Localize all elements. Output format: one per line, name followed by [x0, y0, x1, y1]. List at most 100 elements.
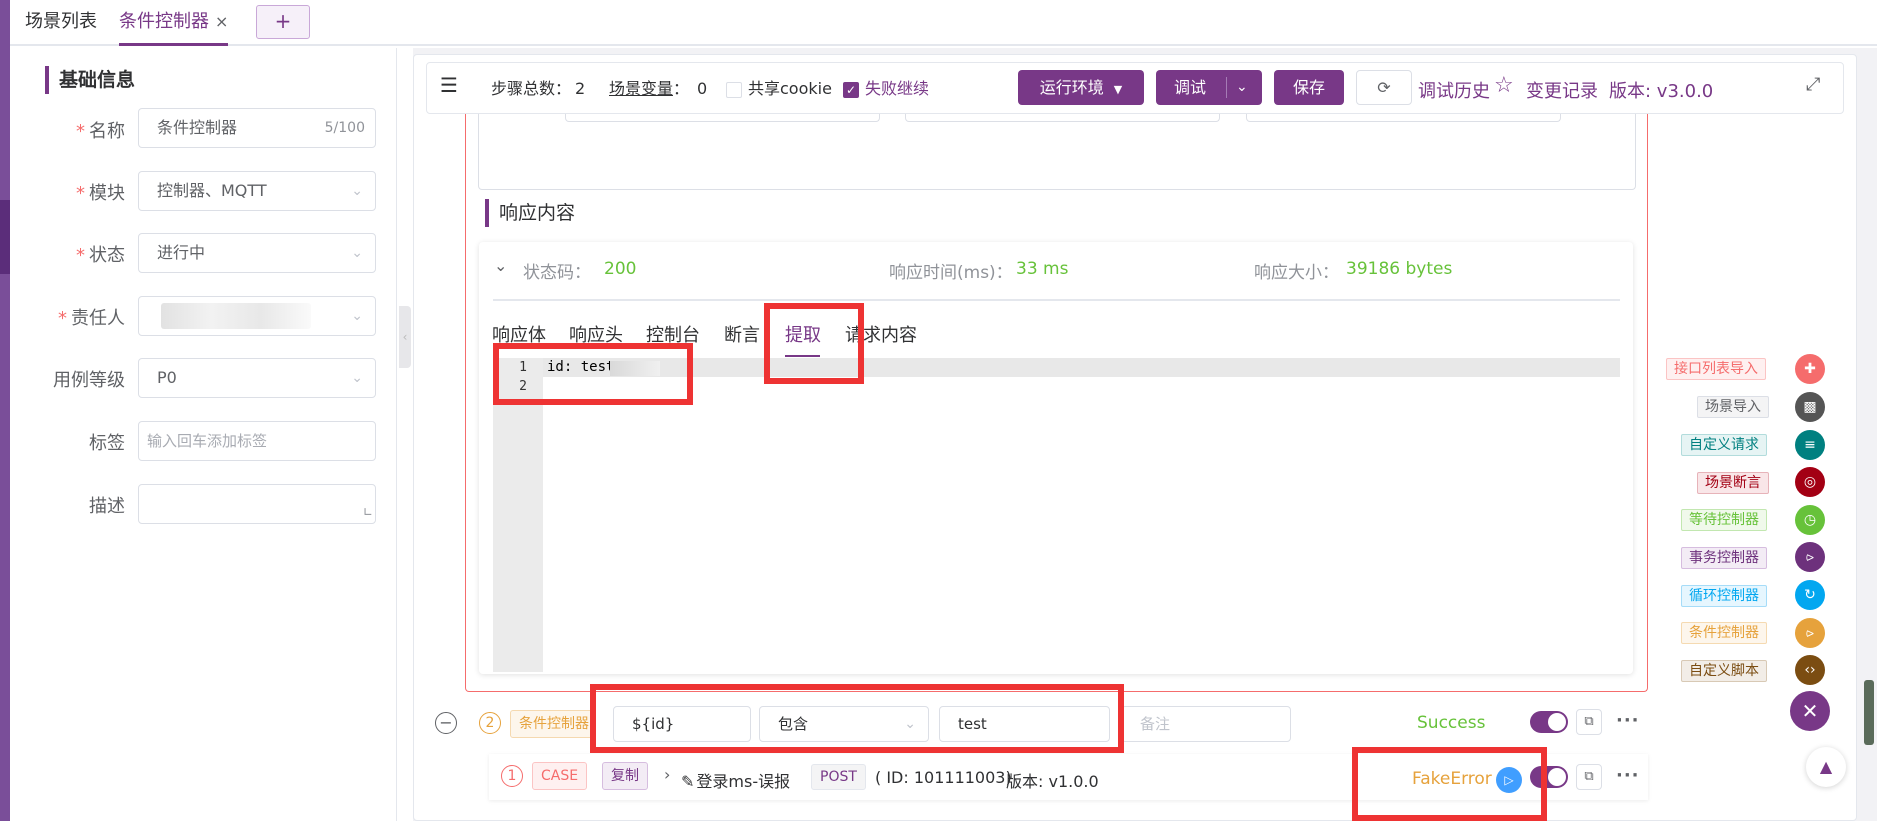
loop-controller-button[interactable]: 循环控制器 [1681, 585, 1767, 607]
condition-controller-button[interactable]: 条件控制器 [1681, 622, 1767, 644]
scene-assertion-button[interactable]: 场景断言 [1697, 472, 1769, 494]
basic-info-title: 基础信息 [45, 66, 135, 94]
tab-assertions[interactable]: 断言 [724, 321, 760, 347]
param-input-3[interactable] [1246, 114, 1561, 122]
checkbox-unchecked[interactable] [726, 81, 742, 98]
step-index: 1 [501, 765, 523, 787]
status-label: * 状态 [76, 245, 125, 266]
tab-label: 场景列表 [25, 11, 97, 32]
caret-down-icon: ▼ [1113, 83, 1123, 96]
chevron-down-icon: ⌄ [351, 308, 363, 324]
back-to-top-icon[interactable]: ▲ [1806, 747, 1846, 787]
chevron-right-icon[interactable]: › [664, 765, 670, 784]
film-icon[interactable]: ▩ [1795, 392, 1825, 422]
divider [493, 299, 1620, 301]
desc-label: 描述 [89, 496, 125, 517]
name-label: * 名称 [76, 121, 125, 142]
copy-icon[interactable]: ⧉ [1576, 709, 1602, 735]
status-code-value: 200 [604, 259, 637, 279]
chevron-down-icon[interactable]: ⌄ [1236, 70, 1248, 105]
custom-request-button[interactable]: 自定义请求 [1681, 434, 1767, 456]
annotation-box-condition [590, 684, 1124, 753]
copy-icon[interactable]: ⧉ [1576, 764, 1602, 790]
status-select[interactable]: 进行中 ⌄ [138, 233, 376, 273]
code-icon[interactable]: ‹› [1795, 655, 1825, 685]
clock-icon[interactable]: ◷ [1795, 505, 1825, 535]
import-api-list-button[interactable]: 接口列表导入 [1666, 358, 1766, 380]
more-icon[interactable]: ··· [1616, 765, 1640, 786]
branch-icon[interactable]: ⪧ [1795, 618, 1825, 648]
tab-label: 条件控制器 [119, 11, 209, 32]
editor-gutter [493, 358, 543, 672]
tab-condition-controller[interactable]: 条件控制器 × [119, 0, 229, 46]
loop-icon[interactable]: ↻ [1795, 580, 1825, 610]
wait-controller-button[interactable]: 等待控制器 [1681, 509, 1767, 531]
transaction-controller-button[interactable]: 事务控制器 [1681, 547, 1767, 569]
share-cookie-checkbox[interactable]: 共享cookie [726, 75, 832, 99]
sliders-icon[interactable]: ≡ [1795, 430, 1825, 460]
step-result-success: Success [1417, 713, 1486, 733]
remark-input[interactable]: 备注 [1121, 706, 1291, 742]
response-size-value: 39186 bytes [1346, 259, 1453, 279]
step-index: 2 [479, 712, 501, 734]
tab-scene-list[interactable]: 场景列表 [25, 0, 97, 46]
module-select[interactable]: 控制器、MQTT ⌄ [138, 171, 376, 211]
debug-button[interactable]: 调试 ⌄ [1156, 70, 1262, 105]
checkbox-checked-icon[interactable]: ✓ [843, 81, 859, 98]
owner-blurred-value [161, 303, 311, 329]
step-type-tag: 条件控制器 [510, 710, 594, 738]
annotation-box-extract-result [493, 343, 693, 405]
status-code-label: 状态码： [523, 263, 591, 283]
plus-cross-icon[interactable]: ✚ [1795, 354, 1825, 384]
level-select[interactable]: P0 ⌄ [138, 358, 376, 398]
close-icon[interactable]: × [215, 12, 228, 31]
assert-icon[interactable]: ◎ [1795, 467, 1825, 497]
request-params-box [478, 114, 1636, 190]
chevron-down-icon: ⌄ [351, 183, 363, 199]
case-id-info: ( ID: 101111003) [875, 768, 1012, 787]
step-name[interactable]: ✎ 登录ms-误报 [681, 768, 790, 792]
menu-icon[interactable]: ☰ [440, 73, 458, 97]
panel-collapse-handle[interactable]: ‹ [399, 306, 411, 368]
close-actions-icon[interactable]: ✕ [1790, 691, 1830, 731]
name-input[interactable]: 条件控制器 5/100 [138, 108, 376, 148]
step-enable-toggle[interactable] [1530, 711, 1568, 733]
steps-total: 步骤总数： 2 [491, 79, 586, 98]
version-label: 版本: v3.0.0 [1609, 81, 1714, 102]
case-version: 版本: v1.0.0 [1006, 772, 1099, 791]
add-tab-button[interactable]: + [256, 5, 310, 39]
fork-icon[interactable]: ⪧ [1795, 542, 1825, 572]
refresh-button[interactable]: ⟳ [1356, 70, 1412, 105]
tags-label: 标签 [89, 433, 125, 454]
desc-textarea[interactable]: ∟ [138, 484, 376, 524]
case-tag: CASE [532, 762, 588, 790]
change-log-link[interactable]: 变更记录 [1526, 77, 1598, 103]
fail-continue-checkbox[interactable]: ✓ 失败继续 [843, 75, 929, 99]
chevron-down-icon[interactable]: ⌄ [494, 256, 507, 275]
fullscreen-icon[interactable]: ⤢ [1806, 74, 1820, 95]
save-button[interactable]: 保存 [1274, 70, 1344, 105]
owner-select[interactable]: ⌄ [138, 296, 376, 336]
name-counter: 5/100 [324, 120, 365, 136]
import-scene-button[interactable]: 场景导入 [1697, 396, 1769, 418]
response-time-value: 33 ms [1016, 259, 1069, 279]
scene-variables[interactable]: 场景变量： 0 [609, 75, 707, 99]
param-input-1[interactable] [565, 114, 880, 122]
custom-script-button[interactable]: 自定义脚本 [1681, 660, 1767, 682]
scrollbar-thumb[interactable] [1864, 680, 1874, 745]
run-env-button[interactable]: 运行环境 ▼ [1018, 70, 1144, 105]
response-title: 响应内容 [485, 199, 575, 227]
param-input-2[interactable] [905, 114, 1220, 122]
resize-handle-icon: ∟ [362, 505, 373, 519]
collapse-icon[interactable]: − [435, 712, 457, 734]
owner-label: * 责任人 [58, 308, 125, 329]
level-label: 用例等级 [53, 370, 125, 391]
response-size-label: 响应大小： [1254, 263, 1339, 283]
star-icon[interactable]: ☆ [1494, 73, 1514, 98]
more-icon[interactable]: ··· [1616, 710, 1640, 731]
edit-icon[interactable]: ✎ [681, 772, 694, 791]
tags-input[interactable]: 输入回车添加标签 [138, 421, 376, 461]
editor-active-line [543, 358, 1620, 377]
code-editor[interactable] [493, 358, 1620, 672]
debug-history-link[interactable]: 调试历史 [1418, 77, 1490, 103]
